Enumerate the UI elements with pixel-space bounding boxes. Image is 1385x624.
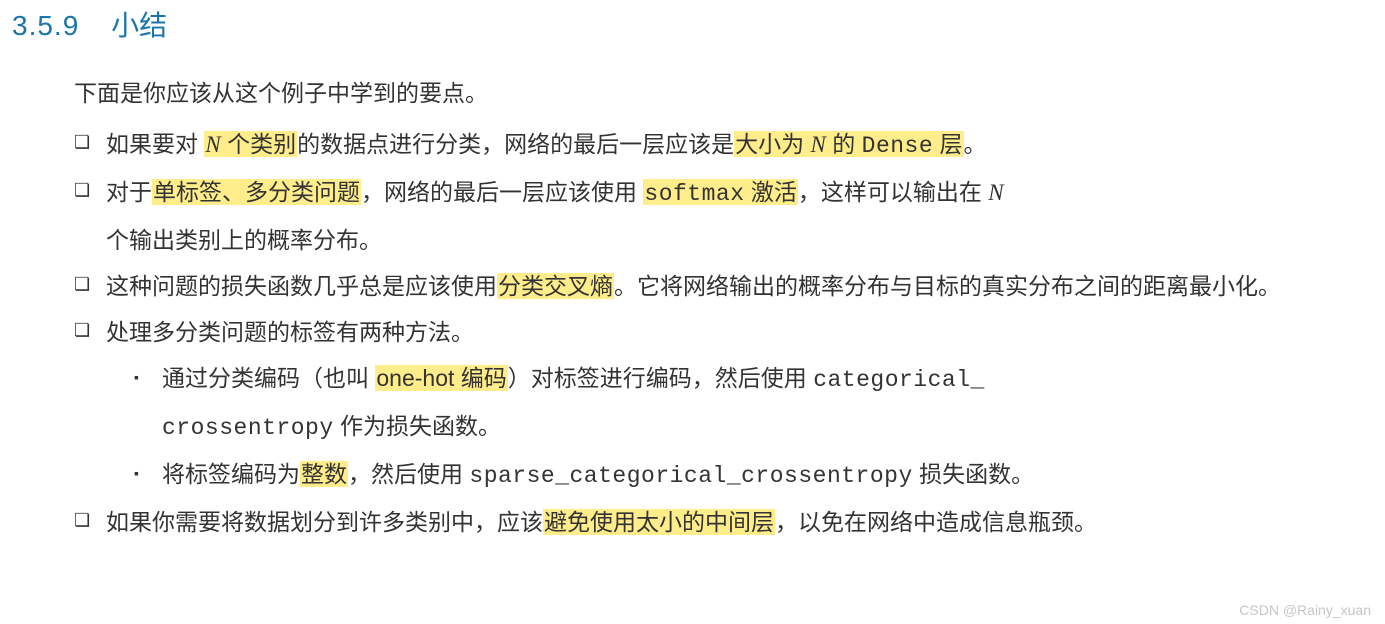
text: 作为损失函数。 [334, 413, 501, 439]
text: 个类别 [221, 131, 296, 157]
text: ）对标签进行编码，然后使用 [508, 365, 813, 391]
code: sparse_categorical_crossentropy [469, 463, 912, 489]
highlight: one-hot 编码 [375, 365, 507, 391]
highlight: 避免使用太小的中间层 [543, 509, 775, 535]
bullet-item-4: 处理多分类问题的标签有两种方法。 通过分类编码（也叫 one-hot 编码）对标… [74, 309, 1325, 499]
text: 的数据点进行分类，网络的最后一层应该是 [297, 131, 734, 157]
bullet-item-2: 对于单标签、多分类问题，网络的最后一层应该使用 softmax 激活，这样可以输… [74, 169, 1325, 263]
code: categorical_ [813, 367, 985, 393]
text: 处理多分类问题的标签有两种方法。 [106, 319, 474, 345]
n-italic: N [988, 180, 1003, 205]
text: 如果你需要将数据划分到许多类别中，应该 [106, 509, 543, 535]
text: 的 [826, 131, 862, 157]
text: 激活 [745, 179, 797, 205]
section-number: 3.5.9 [12, 10, 79, 41]
intro-text: 下面是你应该从这个例子中学到的要点。 [74, 74, 1325, 113]
bullet-list: 如果要对 N 个类别的数据点进行分类，网络的最后一层应该是大小为 N 的 Den… [74, 121, 1325, 545]
text: ，以免在网络中造成信息瓶颈。 [775, 509, 1097, 535]
sub-list: 通过分类编码（也叫 one-hot 编码）对标签进行编码，然后使用 catego… [106, 355, 1325, 499]
text: 大小为 [735, 131, 810, 157]
text: ，这样可以输出在 [798, 179, 988, 205]
highlight: 分类交叉熵 [497, 273, 614, 299]
code: crossentropy [162, 415, 334, 441]
highlight: 整数 [300, 461, 348, 487]
text: 层 [933, 131, 962, 157]
watermark: CSDN @Rainy_xuan [1239, 602, 1371, 618]
text: ，然后使用 [348, 461, 469, 487]
n-italic: N [205, 132, 220, 157]
code: Dense [862, 133, 934, 159]
section-title: 小结 [111, 10, 167, 41]
text: 对于 [106, 179, 152, 205]
bullet-item-3: 这种问题的损失函数几乎总是应该使用分类交叉熵。它将网络输出的概率分布与目标的真实… [74, 263, 1325, 309]
text: 这种问题的损失函数几乎总是应该使用 [106, 273, 497, 299]
sub-item-1: 通过分类编码（也叫 one-hot 编码）对标签进行编码，然后使用 catego… [134, 355, 1325, 451]
text-continuation: 个输出类别上的概率分布。 [106, 217, 1325, 263]
highlight: softmax 激活 [643, 179, 798, 205]
text: 如果要对 [106, 131, 204, 157]
text: 。 [964, 131, 987, 157]
highlight: 单标签、多分类问题 [152, 179, 361, 205]
text: 将标签编码为 [162, 461, 300, 487]
text-continuation: crossentropy 作为损失函数。 [162, 403, 1325, 451]
text: 。它将网络输出的概率分布与目标的真实分布之间的距离最小化。 [614, 273, 1281, 299]
sub-item-2: 将标签编码为整数，然后使用 sparse_categorical_crossen… [134, 451, 1325, 499]
code: softmax [644, 181, 744, 207]
highlight: N 个类别 [204, 131, 297, 157]
section-heading: 3.5.9 小结 [12, 4, 1325, 44]
text: ，网络的最后一层应该使用 [361, 179, 643, 205]
text: 损失函数。 [913, 461, 1034, 487]
n-italic: N [811, 132, 826, 157]
text: 通过分类编码（也叫 [162, 365, 375, 391]
bullet-item-5: 如果你需要将数据划分到许多类别中，应该避免使用太小的中间层，以免在网络中造成信息… [74, 499, 1325, 545]
document-content: 3.5.9 小结 下面是你应该从这个例子中学到的要点。 如果要对 N 个类别的数… [0, 0, 1385, 545]
bullet-item-1: 如果要对 N 个类别的数据点进行分类，网络的最后一层应该是大小为 N 的 Den… [74, 121, 1325, 169]
highlight: 大小为 N 的 Dense 层 [734, 131, 963, 157]
